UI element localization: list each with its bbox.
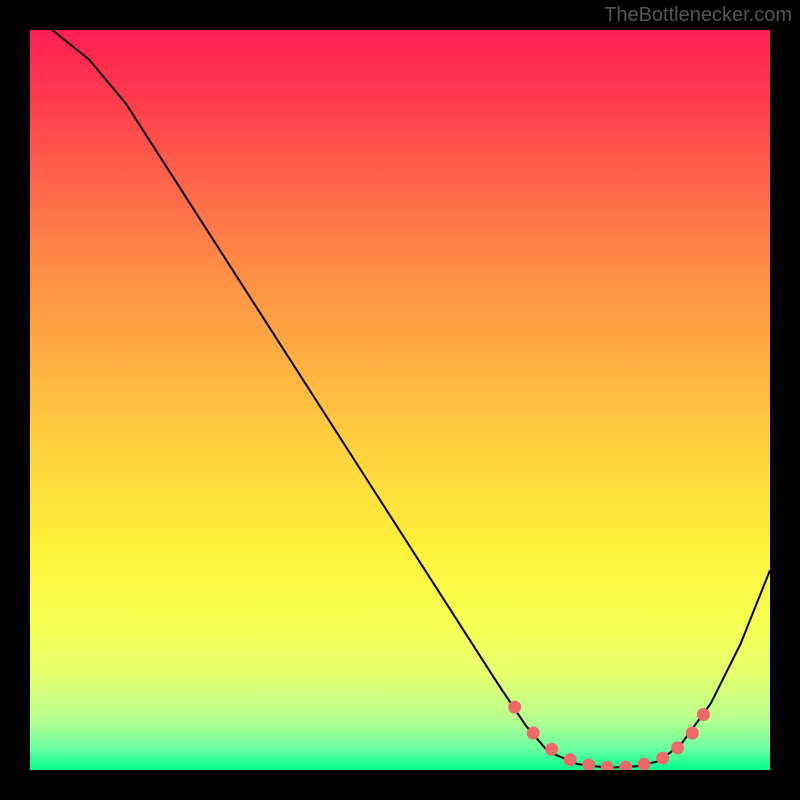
data-marker: [697, 708, 710, 721]
data-marker: [638, 758, 651, 770]
chart-plot-area: [30, 30, 770, 770]
data-marker: [671, 741, 684, 754]
data-marker: [527, 727, 540, 740]
data-marker: [656, 752, 669, 765]
data-marker: [619, 761, 632, 770]
marker-group: [508, 701, 710, 770]
watermark-text: TheBottlenecker.com: [604, 4, 792, 27]
chart-svg: [30, 30, 770, 770]
data-marker: [582, 758, 595, 770]
data-marker: [564, 753, 577, 766]
curve-line: [52, 30, 770, 768]
data-marker: [508, 701, 521, 714]
data-marker: [686, 727, 699, 740]
data-marker: [545, 743, 558, 756]
data-marker: [601, 761, 614, 770]
